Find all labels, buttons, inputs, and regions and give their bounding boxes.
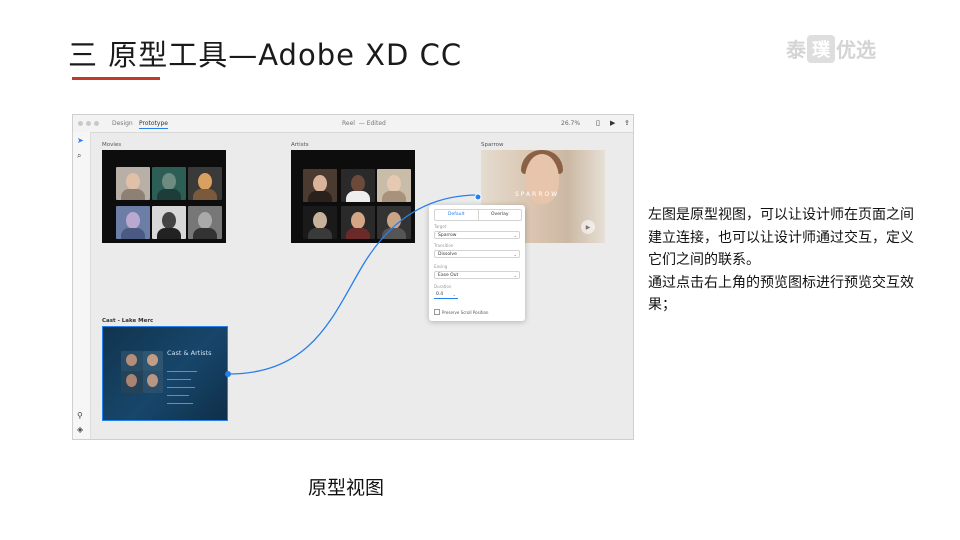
interaction-panel: Default Overlay Target Sparrow ⌄ Transiti… <box>429 205 525 321</box>
description: 左图是原型视图，可以让设计师在页面之间建立连接，也可以让设计师通过交互，定义它们… <box>648 204 924 317</box>
logo-char-1: 泰 <box>786 38 806 62</box>
prototype-wire[interactable] <box>73 115 634 440</box>
figure-caption: 原型视图 <box>308 477 385 499</box>
duration-field[interactable]: 0.4 ⌄ <box>434 291 458 299</box>
transition-select[interactable]: Dissolve ⌄ <box>434 250 520 258</box>
panel-tab-switch: Default Overlay <box>434 209 522 221</box>
preserve-scroll-checkbox[interactable]: Preserve Scroll Position <box>434 309 488 315</box>
logo-char-3: 优选 <box>836 38 876 62</box>
target-select[interactable]: Sparrow ⌄ <box>434 231 520 239</box>
brand-logo: 泰 璞 优选 <box>786 34 876 63</box>
wire-end-handle <box>474 193 482 201</box>
duration-label: Duration <box>434 284 452 289</box>
description-paragraph-1: 左图是原型视图，可以让设计师在页面之间建立连接，也可以让设计师通过交互，定义它们… <box>648 207 914 268</box>
logo-mark: 璞 <box>807 34 835 63</box>
title-underline <box>72 77 160 80</box>
chevron-down-icon: ⌄ <box>513 233 517 238</box>
chevron-down-icon: ⌄ <box>513 273 517 278</box>
chevron-down-icon: ⌄ <box>513 252 517 257</box>
tab-default[interactable]: Default <box>435 210 479 220</box>
easing-label: Easing <box>434 264 448 269</box>
chevron-down-icon: ⌄ <box>452 292 456 297</box>
tab-overlay[interactable]: Overlay <box>479 210 522 220</box>
description-paragraph-2: 通过点击右上角的预览图标进行预览交互效果； <box>648 274 914 314</box>
target-label: Target <box>434 224 447 229</box>
transition-label: Transition <box>434 243 454 248</box>
slide-title: 三 原型工具—Adobe XD CC <box>68 38 463 72</box>
easing-select[interactable]: Ease Out ⌄ <box>434 271 520 279</box>
xd-app-window: Design Prototype Reel — Edited 26.7% ▯ ▶… <box>72 114 634 440</box>
wire-start-handle <box>225 371 231 377</box>
